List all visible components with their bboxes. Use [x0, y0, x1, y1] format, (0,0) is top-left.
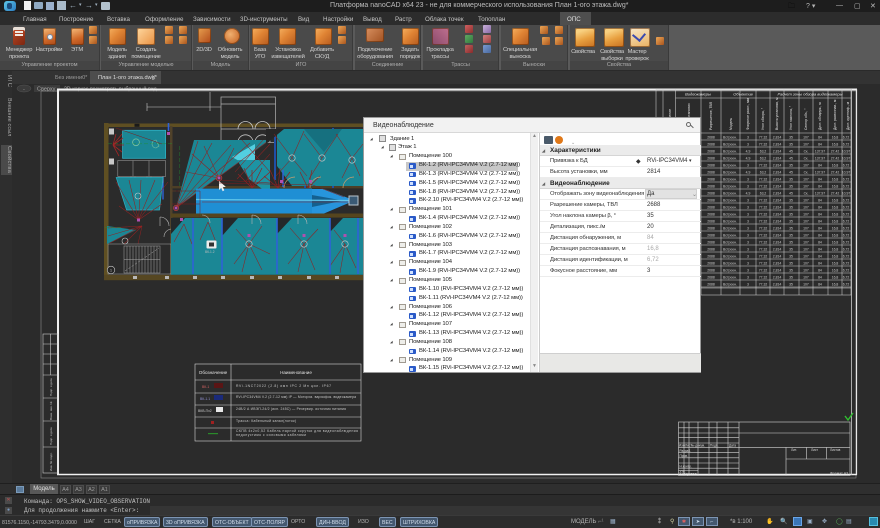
- svg-text:Угол обзора, °: Угол обзора, °: [761, 107, 765, 130]
- svg-text:ВКВ-Пх2: ВКВ-Пх2: [198, 409, 212, 413]
- svg-text:Видеокамеры: Видеокамеры: [685, 92, 711, 97]
- svg-text:Подп. и дата: Подп. и дата: [49, 427, 53, 445]
- svg-text:RVi-1NCT2022 (2.8) имп IPC 2 М: RVi-1NCT2022 (2.8) имп IPC 2 Мп цил. IP6…: [236, 384, 331, 388]
- svg-text:Дата: Дата: [729, 443, 736, 447]
- svg-text:Подп.: Подп.: [710, 443, 719, 447]
- svg-text:1: 1: [110, 269, 112, 273]
- svg-text:Формат А3: Формат А3: [830, 472, 848, 476]
- svg-text:RVi-IPC34VM4 V.2 (2.7-12 мм) I: RVi-IPC34VM4 V.2 (2.7-12 мм) IP — Мотори…: [236, 395, 356, 399]
- svg-text:Подп. и дата: Подп. и дата: [49, 378, 53, 396]
- svg-text:Фокусное расст., мм: Фокусное расст., мм: [746, 98, 750, 130]
- svg-text:Дист. распознав., м: Дист. распознав., м: [833, 99, 837, 130]
- svg-text:Разрешение, ТВЛ: Разрешение, ТВЛ: [709, 102, 713, 130]
- svg-text:Угол наклона, °: Угол наклона, °: [789, 105, 793, 130]
- svg-text:Сектор обз., °: Сектор обз., °: [804, 108, 808, 130]
- svg-text:Обозначение: Обозначение: [199, 370, 228, 375]
- svg-text:Расчет зоны обзора видеокамеры: Расчет зоны обзора видеокамеры: [777, 92, 842, 97]
- svg-text:Наименование: Наименование: [280, 370, 312, 375]
- svg-text:Лит.: Лит.: [791, 448, 797, 452]
- svg-text:Разраб.: Разраб.: [680, 449, 692, 453]
- svg-text:Копировал: Копировал: [680, 472, 697, 476]
- svg-text:Н.контр.: Н.контр.: [680, 464, 692, 468]
- svg-text:Дист. обнаруж., м: Дист. обнаруж., м: [818, 102, 822, 130]
- svg-text:Высота установки, м: Высота установки, м: [775, 97, 779, 130]
- svg-text:Пров.: Пров.: [680, 454, 689, 458]
- svg-text:Лист: Лист: [811, 448, 818, 452]
- svg-text:ВК-1.1: ВК-1.1: [200, 397, 210, 401]
- svg-text:ВК-1: ВК-1: [202, 385, 209, 389]
- svg-text:Объектив: Объектив: [733, 92, 753, 97]
- svg-text:Трасса: Кабельный канал(лоток): Трасса: Кабельный канал(лоток): [236, 419, 296, 423]
- svg-text:Взам. инв. №: Взам. инв. №: [49, 401, 53, 420]
- svg-text:ВК-1.2: ВК-1.2: [205, 250, 215, 254]
- svg-text:Листов: Листов: [830, 448, 841, 452]
- svg-text:24В/2 А ИВЭП-24/2 (исп. 245С): 24В/2 А ИВЭП-24/2 (исп. 245С) — Резервир…: [236, 407, 346, 411]
- svg-text:Инв. № подл.: Инв. № подл.: [49, 452, 53, 471]
- svg-text:№ докум.: № докум.: [691, 443, 705, 447]
- svg-text:недопустимо с силовыми кабелям: недопустимо с силовыми кабелями: [236, 433, 306, 437]
- svg-text:Сверху: Сверху: [37, 87, 56, 93]
- svg-text:Модель: Модель: [729, 118, 733, 130]
- svg-text:Дист. идентиф., м: Дист. идентиф., м: [846, 101, 850, 130]
